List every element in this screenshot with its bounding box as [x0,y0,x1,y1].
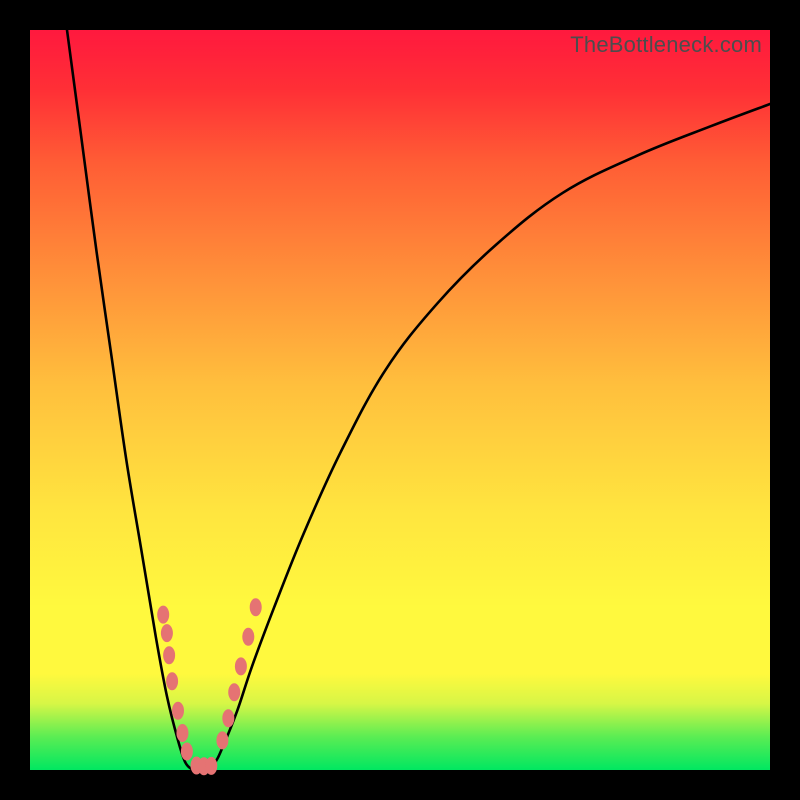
marker-point [216,731,228,749]
marker-point [205,757,217,775]
marker-point [181,743,193,761]
marker-point [161,624,173,642]
marker-point [228,683,240,701]
marker-point [176,724,188,742]
curve-right-curve [208,104,770,770]
marker-point [163,646,175,664]
marker-point [166,672,178,690]
marker-point [157,606,169,624]
marker-point [235,657,247,675]
plot-area: TheBottleneck.com [30,30,770,770]
marker-point [242,628,254,646]
plot-svg [30,30,770,770]
marker-point [172,702,184,720]
marker-point [222,709,234,727]
marker-point [250,598,262,616]
chart-frame: TheBottleneck.com [0,0,800,800]
